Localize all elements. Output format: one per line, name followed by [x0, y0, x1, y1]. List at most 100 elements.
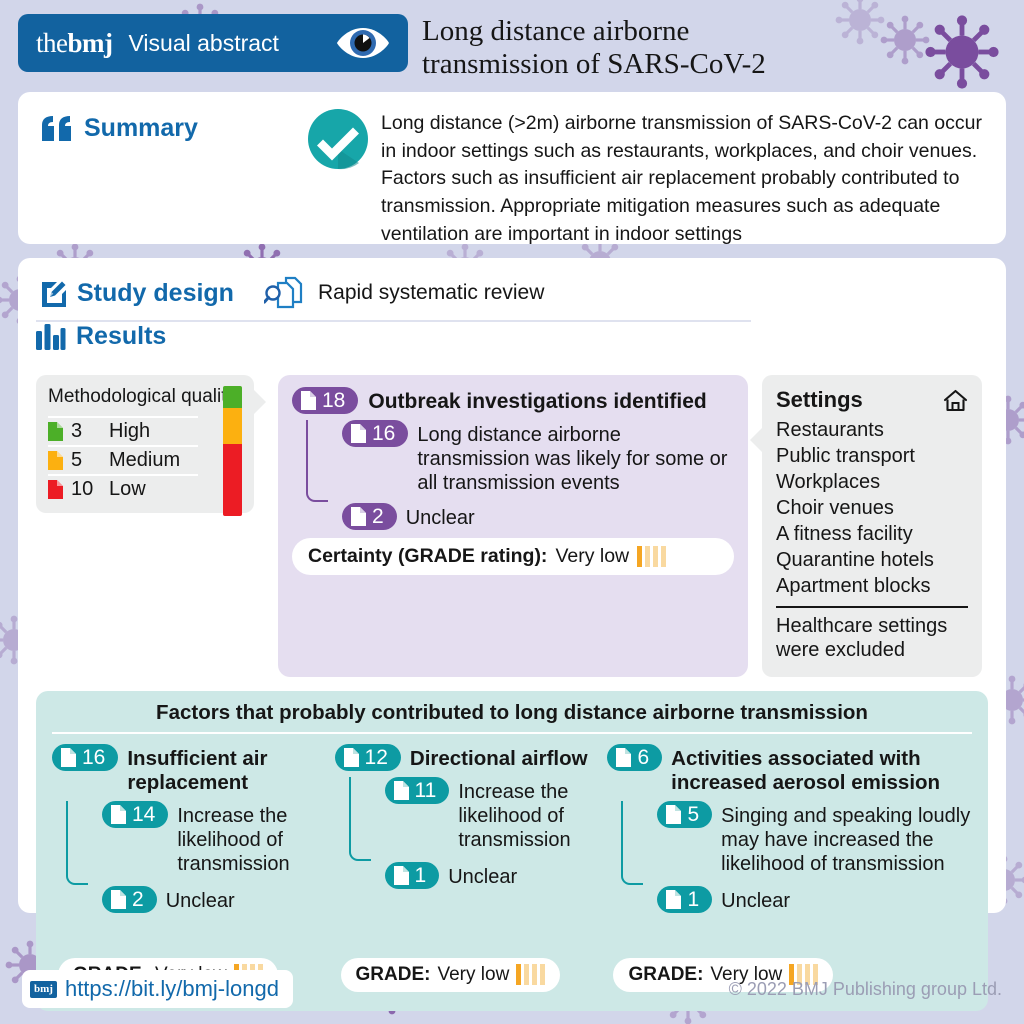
outbreak-child-pill: 2: [342, 503, 397, 530]
document-icon: [351, 507, 366, 526]
factor-count-pill: 6: [607, 743, 663, 771]
document-icon: [48, 450, 63, 470]
settings-item: Public transport: [776, 445, 915, 467]
outbreak-child-pill: 16: [342, 420, 409, 447]
factor-child: 1 Unclear: [657, 886, 972, 914]
url-chip[interactable]: bmj https://bit.ly/bmj-longd: [22, 970, 293, 1008]
methodological-quality-rows: 3 High 5 Medium 10 Low: [48, 415, 198, 503]
settings-item: A fitness facility: [776, 523, 913, 545]
factor-name: Activities associated with increased aer…: [671, 746, 941, 794]
mq-count: 5: [71, 448, 83, 471]
bmj-logo: thebmj: [36, 28, 113, 59]
outbreak-child-count: 2: [372, 505, 384, 528]
tree-connector: [66, 801, 88, 886]
outbreak-count: 18: [322, 389, 346, 412]
factor-child-count: 2: [132, 888, 144, 912]
factor-child-text: Unclear: [165, 890, 235, 913]
study-design-header: Study design: [40, 279, 252, 308]
home-icon: [943, 389, 968, 411]
grade-bar: [645, 546, 651, 567]
mq-count: 10: [71, 477, 94, 500]
copyright: © 2022 BMJ Publishing group Ltd.: [728, 978, 1002, 999]
brand-bmj: bmj: [67, 27, 114, 58]
factor-children: 11 Increase the likelihood of transmissio…: [335, 776, 596, 889]
factor-child-text: Singing and speaking loudly may have inc…: [721, 805, 971, 876]
factor-child-text: Unclear: [721, 890, 791, 913]
brand-the: the: [36, 27, 68, 58]
factor-child-text: Increase the likelihood of transmission: [458, 780, 571, 851]
settings-note: Healthcare settings were excluded: [776, 606, 968, 663]
factor-count-pill: 16: [52, 743, 119, 771]
document-icon: [343, 747, 359, 767]
outbreak-child: 2 Unclear: [342, 503, 734, 530]
mq-row: 3 High: [48, 415, 198, 445]
outbreak-title: Outbreak investigations identified: [368, 390, 707, 413]
document-icon: [393, 865, 409, 885]
visual-abstract-label: Visual abstract: [128, 29, 279, 56]
settings-box: Settings Restaurants Public transport Work…: [750, 375, 982, 677]
summary-header: Summary: [40, 108, 295, 143]
page-title: Long distance airborne transmission of S…: [422, 15, 766, 80]
factor-child: 11 Increase the likelihood of transmissio…: [384, 776, 596, 852]
factor-name: Directional airflow: [409, 746, 588, 770]
infographic-root: thebmj Visual abstract Long distance air…: [0, 0, 1024, 1024]
outbreak-child-text: Unclear: [405, 507, 475, 529]
mq-label: Low: [109, 477, 146, 500]
study-design-row: Study design Rapid systematic review: [36, 274, 751, 322]
factor-child: 5 Singing and speaking loudly may have in…: [657, 801, 972, 876]
document-icon: [393, 780, 409, 800]
settings-item: Choir venues: [776, 497, 894, 519]
document-icon: [351, 424, 366, 443]
factor-child-count: 1: [414, 863, 427, 887]
mq-bar-segment: [223, 407, 242, 444]
document-icon: [666, 805, 682, 825]
factor-count: 12: [364, 745, 388, 769]
mq-pointer: [253, 389, 266, 415]
mq-row: 5 Medium: [48, 444, 198, 474]
summary-card: Summary Long distance (>2m) airborne tra…: [18, 92, 1006, 245]
document-icon: [48, 479, 63, 499]
footer-url[interactable]: https://bit.ly/bmj-longd: [65, 976, 279, 1002]
mq-label: High: [109, 419, 151, 442]
header: thebmj Visual abstract Long distance air…: [18, 14, 1006, 80]
grade-bar: [637, 546, 643, 567]
study-design-value-wrap: Rapid systematic review: [264, 276, 544, 310]
factor-child-text: Unclear: [448, 865, 518, 888]
mq-bar-segment: [223, 386, 242, 408]
study-design-label: Study design: [77, 278, 234, 307]
factor-header: 12 Directional airflow: [334, 743, 596, 771]
factor-child-count: 14: [132, 803, 156, 827]
mq-bar-segment: [223, 443, 242, 516]
summary-label: Summary: [84, 114, 198, 142]
outbreak-child-text: Long distance airborne transmission was …: [417, 424, 728, 494]
study-design-value: Rapid systematic review: [318, 281, 545, 304]
factor-child-pill: 14: [102, 801, 169, 829]
outbreak-header: 18 Outbreak investigations identified: [292, 387, 734, 414]
factor-child-count: 11: [414, 778, 437, 802]
settings-list: Restaurants Public transport Workplaces Cho…: [776, 417, 968, 599]
factor-children: 5 Singing and speaking loudly may have in…: [607, 801, 972, 914]
bar-chart-icon: [36, 323, 66, 350]
factor-child-pill: 1: [657, 886, 713, 914]
methodological-quality-title: Methodological quality: [48, 386, 237, 407]
methodological-quality-column: Methodological quality 3 High 5 Medium 10 Low: [36, 375, 276, 677]
settings-item: Quarantine hotels: [776, 549, 934, 571]
factor-child-count: 1: [687, 888, 700, 912]
settings-item: Workplaces: [776, 471, 881, 493]
factor-child-pill: 5: [657, 801, 713, 829]
results-area: Methodological quality 3 High 5 Medium 10 Low…: [36, 365, 988, 677]
document-icon: [111, 805, 126, 825]
document-icon: [301, 391, 316, 410]
grade-bars: [637, 546, 667, 567]
factor-child-count: 5: [687, 803, 700, 827]
document-icon: [616, 747, 632, 767]
factor-child-pill: 2: [102, 886, 157, 914]
factor-child: 14 Increase the likelihood of transmissio…: [102, 801, 323, 876]
outbreak-children: 16 Long distance airborne transmission w…: [292, 420, 734, 530]
summary-text: Long distance (>2m) airborne transmissio…: [381, 112, 982, 245]
methodological-quality-box: Methodological quality 3 High 5 Medium 10 Low: [36, 375, 266, 516]
factor-child-pill: 11: [384, 776, 450, 804]
mq-label: Medium: [109, 448, 181, 471]
methodological-quality-bar: [223, 386, 242, 516]
tree-connector: [348, 776, 371, 861]
